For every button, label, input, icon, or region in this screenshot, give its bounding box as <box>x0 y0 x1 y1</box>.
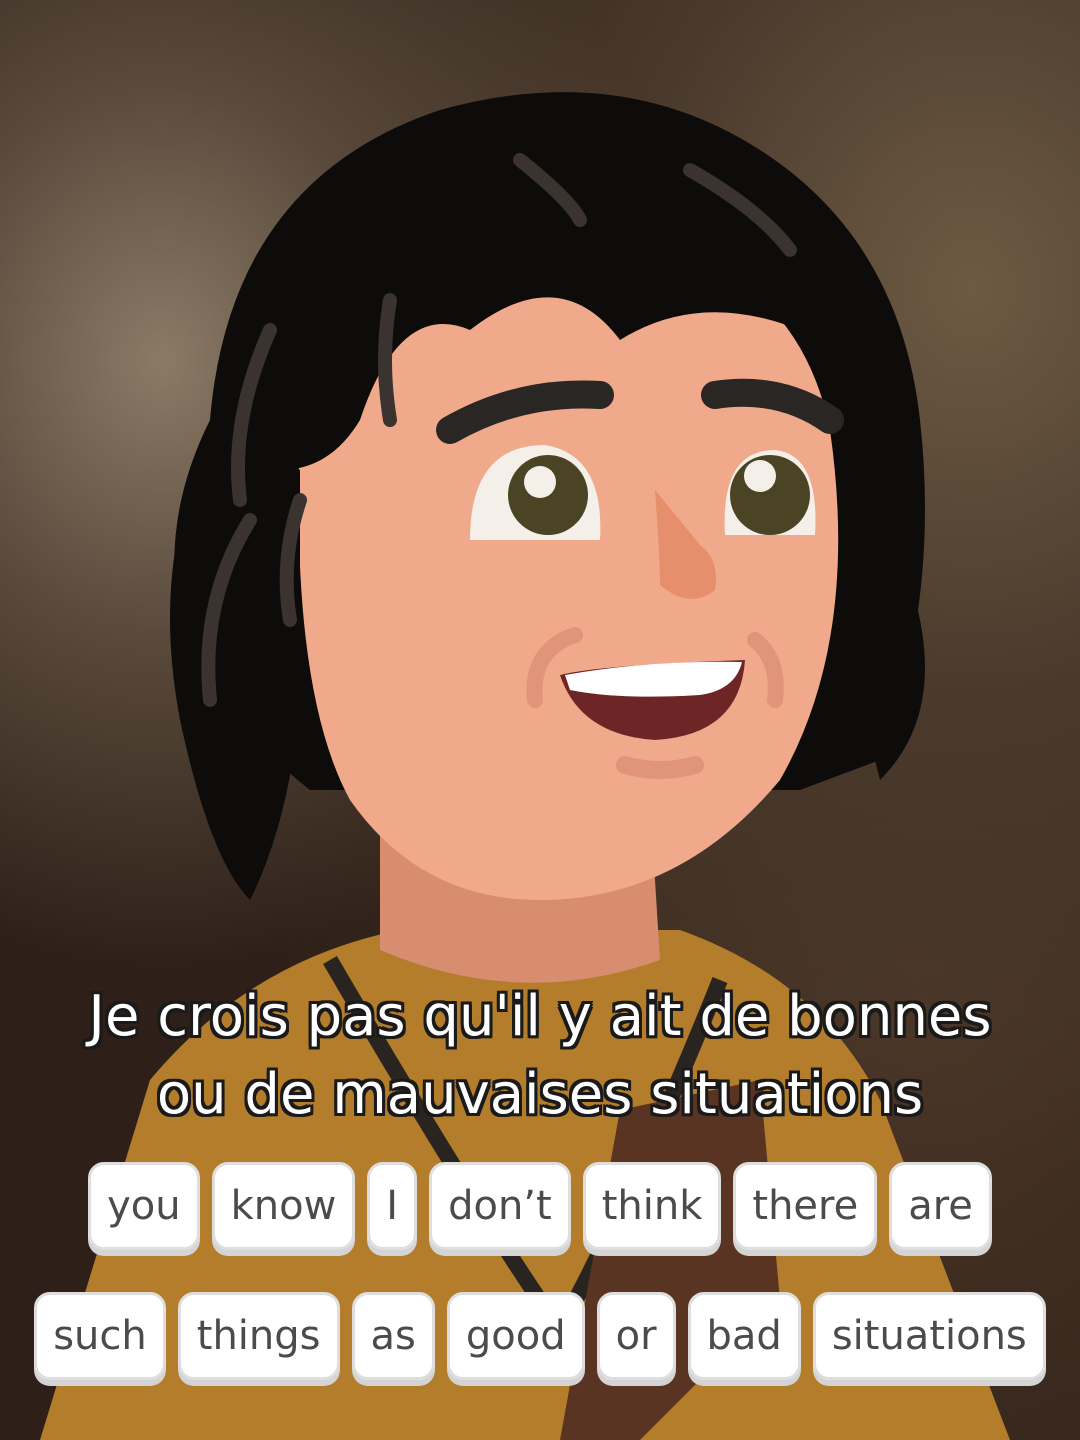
subtitle-caption: Je crois pas qu'il y ait de bonnes ou de… <box>0 978 1080 1134</box>
word-chip-dont[interactable]: don’t <box>429 1162 571 1250</box>
word-chip-or[interactable]: or <box>596 1292 676 1380</box>
hair-strand-left <box>170 440 300 900</box>
word-chip-things[interactable]: things <box>177 1292 340 1380</box>
word-chip-situations[interactable]: situations <box>812 1292 1046 1380</box>
word-chip-think[interactable]: think <box>582 1162 722 1250</box>
word-chip-bad[interactable]: bad <box>687 1292 801 1380</box>
word-bank-row-2: such things as good or bad situations <box>0 1292 1080 1380</box>
word-chip-i[interactable]: I <box>367 1162 418 1250</box>
word-bank-row-1: you know I don’t think there are <box>0 1162 1080 1250</box>
word-chip-are[interactable]: are <box>889 1162 992 1250</box>
word-chip-you[interactable]: you <box>88 1162 200 1250</box>
left-eye-highlight <box>524 466 556 498</box>
word-chip-such[interactable]: such <box>34 1292 166 1380</box>
word-chip-there[interactable]: there <box>733 1162 878 1250</box>
word-chip-know[interactable]: know <box>211 1162 356 1250</box>
subtitle-line-1: Je crois pas qu'il y ait de bonnes <box>88 984 992 1049</box>
right-eye-highlight <box>744 460 776 492</box>
subtitle-line-2: ou de mauvaises situations <box>156 1062 924 1127</box>
word-chip-good[interactable]: good <box>446 1292 585 1380</box>
word-chip-as[interactable]: as <box>351 1292 435 1380</box>
chin-line <box>616 756 704 779</box>
